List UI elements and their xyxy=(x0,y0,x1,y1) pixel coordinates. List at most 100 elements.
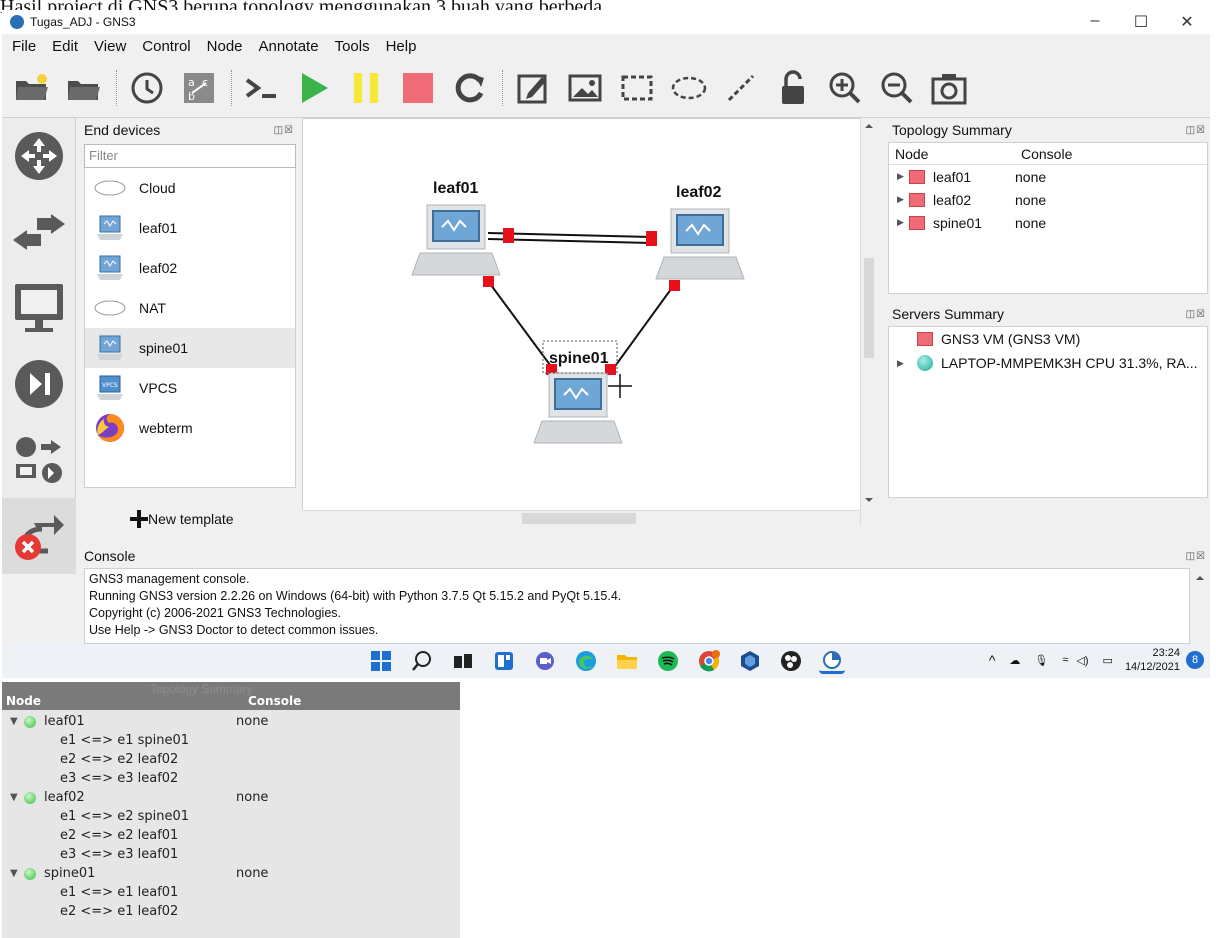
console-line: Copyright (c) 2006-2021 GNS3 Technologie… xyxy=(89,606,341,620)
add-note-icon[interactable] xyxy=(513,68,553,108)
onedrive-icon[interactable]: ☁ xyxy=(1009,654,1020,667)
edge-browser-icon[interactable] xyxy=(573,648,599,674)
panel-title: Servers Summary xyxy=(892,306,1005,322)
panel-float-close-icons[interactable]: ◫☒ xyxy=(1186,309,1206,320)
server-row[interactable]: GNS3 VM (GNS3 VM) xyxy=(889,327,1207,351)
menu-help[interactable]: Help xyxy=(386,38,417,55)
file-explorer-icon[interactable] xyxy=(614,648,640,674)
maximize-button[interactable]: ☐ xyxy=(1118,12,1164,32)
new-project-icon[interactable] xyxy=(12,68,52,108)
topology-canvas[interactable]: leaf01 leaf02 spine01 xyxy=(302,118,877,526)
list-item[interactable]: Cloud xyxy=(85,168,295,208)
expand-arrow-icon[interactable]: ▶ xyxy=(889,194,909,205)
expand-arrow-icon[interactable]: ▶ xyxy=(889,358,909,369)
gns3-taskbar-icon[interactable] xyxy=(819,648,845,674)
wifi-icon[interactable]: ≈ xyxy=(1062,654,1068,666)
canvas-vertical-scrollbar[interactable] xyxy=(860,118,877,526)
node-leaf01[interactable]: leaf01 xyxy=(411,180,501,276)
task-view-icon[interactable] xyxy=(450,648,476,674)
all-devices-category-button[interactable] xyxy=(2,422,76,498)
menu-annotate[interactable]: Annotate xyxy=(259,38,319,55)
tree-node-row[interactable]: ▼ spine01 none xyxy=(2,864,460,883)
routers-category-button[interactable] xyxy=(2,118,76,194)
console-scrollbar[interactable] xyxy=(1192,568,1208,652)
expand-arrow-icon[interactable]: ▶ xyxy=(889,217,909,228)
canvas-horizontal-scrollbar[interactable] xyxy=(302,510,860,526)
start-all-icon[interactable] xyxy=(294,68,334,108)
reload-all-icon[interactable] xyxy=(450,68,490,108)
open-project-icon[interactable] xyxy=(64,68,104,108)
console-output[interactable]: GNS3 management console. Running GNS3 ve… xyxy=(84,568,1190,644)
obs-icon[interactable] xyxy=(778,648,804,674)
draw-line-icon[interactable] xyxy=(721,68,761,108)
stop-all-icon[interactable] xyxy=(398,68,438,108)
node-spine01[interactable]: spine01 xyxy=(533,340,623,444)
table-row[interactable]: ▶ leaf02 none xyxy=(889,188,1207,211)
show-interface-labels-icon[interactable]: acb xyxy=(179,68,219,108)
add-link-button[interactable] xyxy=(2,498,76,574)
spotify-icon[interactable] xyxy=(655,648,681,674)
notification-badge[interactable]: 8 xyxy=(1186,651,1204,669)
link-row: e1 <=> e2 spine01 xyxy=(60,809,190,824)
list-item[interactable]: spine01 xyxy=(85,328,295,368)
collapse-arrow-icon[interactable]: ▼ xyxy=(2,792,24,803)
node-leaf02[interactable]: leaf02 xyxy=(655,184,745,280)
panel-float-close-icons[interactable]: ◫☒ xyxy=(1186,551,1206,562)
volume-icon[interactable]: ◁) xyxy=(1076,654,1088,667)
chrome-icon[interactable] xyxy=(696,648,722,674)
list-item[interactable]: NAT xyxy=(85,288,295,328)
tree-node-row[interactable]: ▼ leaf01 none xyxy=(2,712,460,731)
window-controls: – ☐ ✕ xyxy=(1072,12,1210,32)
clock[interactable]: 23:24 14/12/2021 xyxy=(1125,646,1180,674)
menu-tools[interactable]: Tools xyxy=(335,38,370,55)
console-type: none xyxy=(1015,191,1047,208)
topology-summary-panel: Topology Summary ◫☒ Node Console ▶ leaf0… xyxy=(886,118,1210,294)
menu-edit[interactable]: Edit xyxy=(52,38,78,55)
virtualbox-icon[interactable] xyxy=(737,648,763,674)
show-hidden-icons-icon[interactable]: ^ xyxy=(989,652,996,668)
list-item[interactable]: webterm xyxy=(85,408,295,448)
scroll-thumb[interactable] xyxy=(522,513,636,524)
screenshot-icon[interactable] xyxy=(929,68,969,108)
panel-float-close-icons[interactable]: ◫☒ xyxy=(1186,125,1206,136)
search-icon[interactable] xyxy=(409,648,435,674)
widgets-icon[interactable] xyxy=(491,648,517,674)
draw-rectangle-icon[interactable] xyxy=(617,68,657,108)
battery-icon[interactable]: ▭ xyxy=(1103,654,1113,667)
lock-icon[interactable] xyxy=(773,68,813,108)
link-leaf02-spine01[interactable] xyxy=(612,284,675,370)
server-row[interactable]: ▶ LAPTOP-MMPEMK3H CPU 31.3%, RA... xyxy=(889,351,1207,375)
menu-view[interactable]: View xyxy=(94,38,126,55)
menu-node[interactable]: Node xyxy=(207,38,243,55)
expand-arrow-icon[interactable]: ▶ xyxy=(889,171,909,182)
list-item[interactable]: leaf02 xyxy=(85,248,295,288)
draw-ellipse-icon[interactable] xyxy=(669,68,709,108)
menu-control[interactable]: Control xyxy=(142,38,190,55)
list-item[interactable]: VPCS VPCS xyxy=(85,368,295,408)
microphone-icon[interactable]: 🎙 xyxy=(1034,654,1048,667)
console-all-icon[interactable] xyxy=(242,68,282,108)
new-template-button[interactable]: New template xyxy=(130,510,234,528)
end-devices-category-button[interactable] xyxy=(2,270,76,346)
suspend-all-icon[interactable] xyxy=(346,68,386,108)
menu-file[interactable]: File xyxy=(12,38,36,55)
tree-node-row[interactable]: ▼ leaf02 none xyxy=(2,788,460,807)
collapse-arrow-icon[interactable]: ▼ xyxy=(2,716,24,727)
minimize-button[interactable]: – xyxy=(1072,12,1118,32)
collapse-arrow-icon[interactable]: ▼ xyxy=(2,868,24,879)
list-item[interactable]: leaf01 xyxy=(85,208,295,248)
zoom-out-icon[interactable] xyxy=(877,68,917,108)
zoom-in-icon[interactable] xyxy=(825,68,865,108)
insert-picture-icon[interactable] xyxy=(565,68,605,108)
table-row[interactable]: ▶ leaf01 none xyxy=(889,165,1207,188)
switches-category-button[interactable] xyxy=(2,194,76,270)
chat-icon[interactable] xyxy=(532,648,558,674)
close-button[interactable]: ✕ xyxy=(1164,12,1210,32)
main-toolbar: acb xyxy=(2,58,1210,118)
windows-start-icon[interactable] xyxy=(368,648,394,674)
security-devices-category-button[interactable] xyxy=(2,346,76,422)
panel-float-close-icons[interactable]: ◫☒ xyxy=(274,125,294,136)
snapshot-icon[interactable] xyxy=(127,68,167,108)
table-row[interactable]: ▶ spine01 none xyxy=(889,211,1207,234)
filter-input[interactable]: Filter xyxy=(84,144,296,168)
